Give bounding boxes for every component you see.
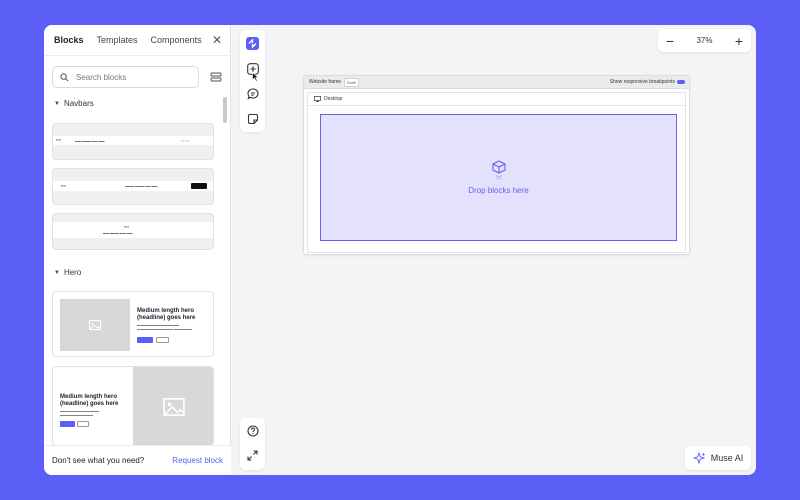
- hero-block-1[interactable]: Medium length hero (headline) goes here …: [52, 291, 214, 357]
- hero-body-text: ▬▬▬▬▬▬▬▬▬▬▬▬▬ ▬▬▬▬▬▬▬▬▬▬▬: [60, 409, 99, 417]
- desktop-label: Desktop: [324, 96, 343, 102]
- navbar-preview: ▪▪▪▪ ▬▬▬ ▬▬▬ ▬▬ ▬▬: [53, 181, 213, 191]
- section-hero[interactable]: ▼ Hero: [54, 268, 81, 277]
- cube-icon: [491, 160, 506, 180]
- drop-text: Drop blocks here: [468, 186, 529, 195]
- hero-primary-button: [60, 421, 75, 427]
- desktop-row: Desktop: [308, 93, 685, 106]
- drop-zone[interactable]: Drop blocks here: [320, 114, 677, 241]
- search-box[interactable]: [52, 66, 199, 88]
- desktop-icon: [314, 96, 321, 102]
- desktop-viewport: Desktop Drop blocks here: [307, 92, 686, 253]
- hero-secondary-button: [77, 421, 89, 427]
- logo-placeholder: ▪▪▪▪: [56, 138, 61, 142]
- cursor-icon: [252, 72, 259, 82]
- tab-templates[interactable]: Templates: [97, 35, 138, 45]
- zoom-out-button[interactable]: −: [664, 34, 676, 48]
- hero-block-2[interactable]: Medium length hero (headline) goes here …: [52, 366, 214, 445]
- nav-links: ▬▬▬ ▬▬▬ ▬▬ ▬▬: [125, 184, 158, 188]
- zoom-level[interactable]: 37%: [696, 36, 712, 45]
- tab-blocks[interactable]: Blocks: [54, 35, 84, 45]
- canvas-toolbar: [240, 30, 265, 132]
- image-placeholder: [60, 299, 130, 351]
- caret-down-icon: ▼: [54, 100, 60, 107]
- muse-ai-label: Muse AI: [710, 453, 744, 463]
- footer-question: Don't see what you need?: [52, 456, 145, 465]
- blocks-sidebar: Blocks Templates Components ✕ ▼ Navbars …: [44, 25, 231, 475]
- canvas-bottom-toolbar: [240, 418, 265, 470]
- draft-badge: Draft: [344, 78, 359, 87]
- hero-secondary-button: [156, 337, 169, 343]
- section-label: Hero: [63, 268, 82, 277]
- sticky-note-icon[interactable]: [243, 109, 262, 128]
- logo-placeholder: ▪▪▪▪: [61, 184, 66, 188]
- zoom-in-button[interactable]: +: [733, 34, 745, 48]
- image-icon: [89, 320, 101, 330]
- logo-placeholder: ▪▪▪▪: [124, 225, 129, 229]
- nav-links: ▬▬ ▬▬▬ ▬▬ ▬▬: [75, 139, 105, 143]
- navbar-block-2[interactable]: ▪▪▪▪ ▬▬▬ ▬▬▬ ▬▬ ▬▬: [52, 168, 214, 205]
- tab-components[interactable]: Components: [151, 35, 202, 45]
- nav-cta: [191, 183, 207, 189]
- search-icon: [60, 72, 69, 81]
- responsive-label: Show responsive breakpoints: [609, 79, 675, 85]
- help-icon[interactable]: [243, 421, 262, 440]
- nav-buttons: ▭ ▪ ▪ ▪: [181, 139, 190, 143]
- navbar-preview: ▪▪▪▪ ▬▬ ▬▬▬ ▬▬ ▬▬: [53, 222, 213, 238]
- comment-icon[interactable]: [243, 84, 262, 103]
- navbar-preview: ▪▪▪▪ ▬▬ ▬▬▬ ▬▬ ▬▬ ▭ ▪ ▪ ▪: [53, 136, 213, 145]
- muse-ai-button[interactable]: Muse AI: [685, 446, 751, 470]
- navbar-block-1[interactable]: ▪▪▪▪ ▬▬ ▬▬▬ ▬▬ ▬▬ ▭ ▪ ▪ ▪: [52, 123, 214, 160]
- zoom-control: − 37% +: [658, 29, 751, 52]
- search-input[interactable]: [76, 72, 186, 82]
- app-window: Blocks Templates Components ✕ ▼ Navbars …: [44, 25, 756, 475]
- fullscreen-icon[interactable]: [243, 446, 262, 465]
- search-row: [52, 66, 223, 88]
- image-placeholder: [133, 367, 213, 445]
- image-icon: [163, 398, 185, 416]
- section-label: Navbars: [63, 99, 94, 108]
- navbar-block-3[interactable]: ▪▪▪▪ ▬▬ ▬▬▬ ▬▬ ▬▬: [52, 213, 214, 250]
- close-icon[interactable]: ✕: [212, 34, 222, 46]
- website-frame[interactable]: Website frame Draft Show responsive brea…: [303, 75, 690, 255]
- blocks-icon[interactable]: [243, 34, 262, 53]
- hero-body-text: ▬▬▬▬▬▬▬▬▬▬▬▬▬▬ ▬▬▬▬▬▬▬▬▬▬▬▬ ▬▬▬▬▬▬: [137, 323, 192, 331]
- list-view-icon[interactable]: [209, 70, 223, 84]
- request-block-link[interactable]: Request block: [172, 456, 223, 465]
- nav-links: ▬▬ ▬▬▬ ▬▬ ▬▬: [103, 231, 133, 235]
- blocks-list: ▼ Navbars ▪▪▪▪ ▬▬ ▬▬▬ ▬▬ ▬▬ ▭ ▪ ▪ ▪ ▪▪▪▪…: [44, 97, 231, 445]
- hero-headline: Medium length hero (headline) goes here: [60, 394, 119, 407]
- hero-headline: Medium length hero (headline) goes here: [137, 308, 196, 321]
- sparkle-icon: [692, 451, 706, 464]
- frame-title: Website frame: [309, 79, 342, 85]
- sidebar-tabs: Blocks Templates Components ✕: [44, 25, 230, 56]
- hero-primary-button: [137, 337, 153, 343]
- caret-down-icon: ▼: [54, 269, 60, 276]
- sidebar-footer: Don't see what you need? Request block: [44, 445, 231, 475]
- section-navbars[interactable]: ▼ Navbars: [54, 99, 94, 108]
- frame-header: Website frame Draft Show responsive brea…: [304, 76, 689, 89]
- responsive-toggle[interactable]: [677, 80, 685, 84]
